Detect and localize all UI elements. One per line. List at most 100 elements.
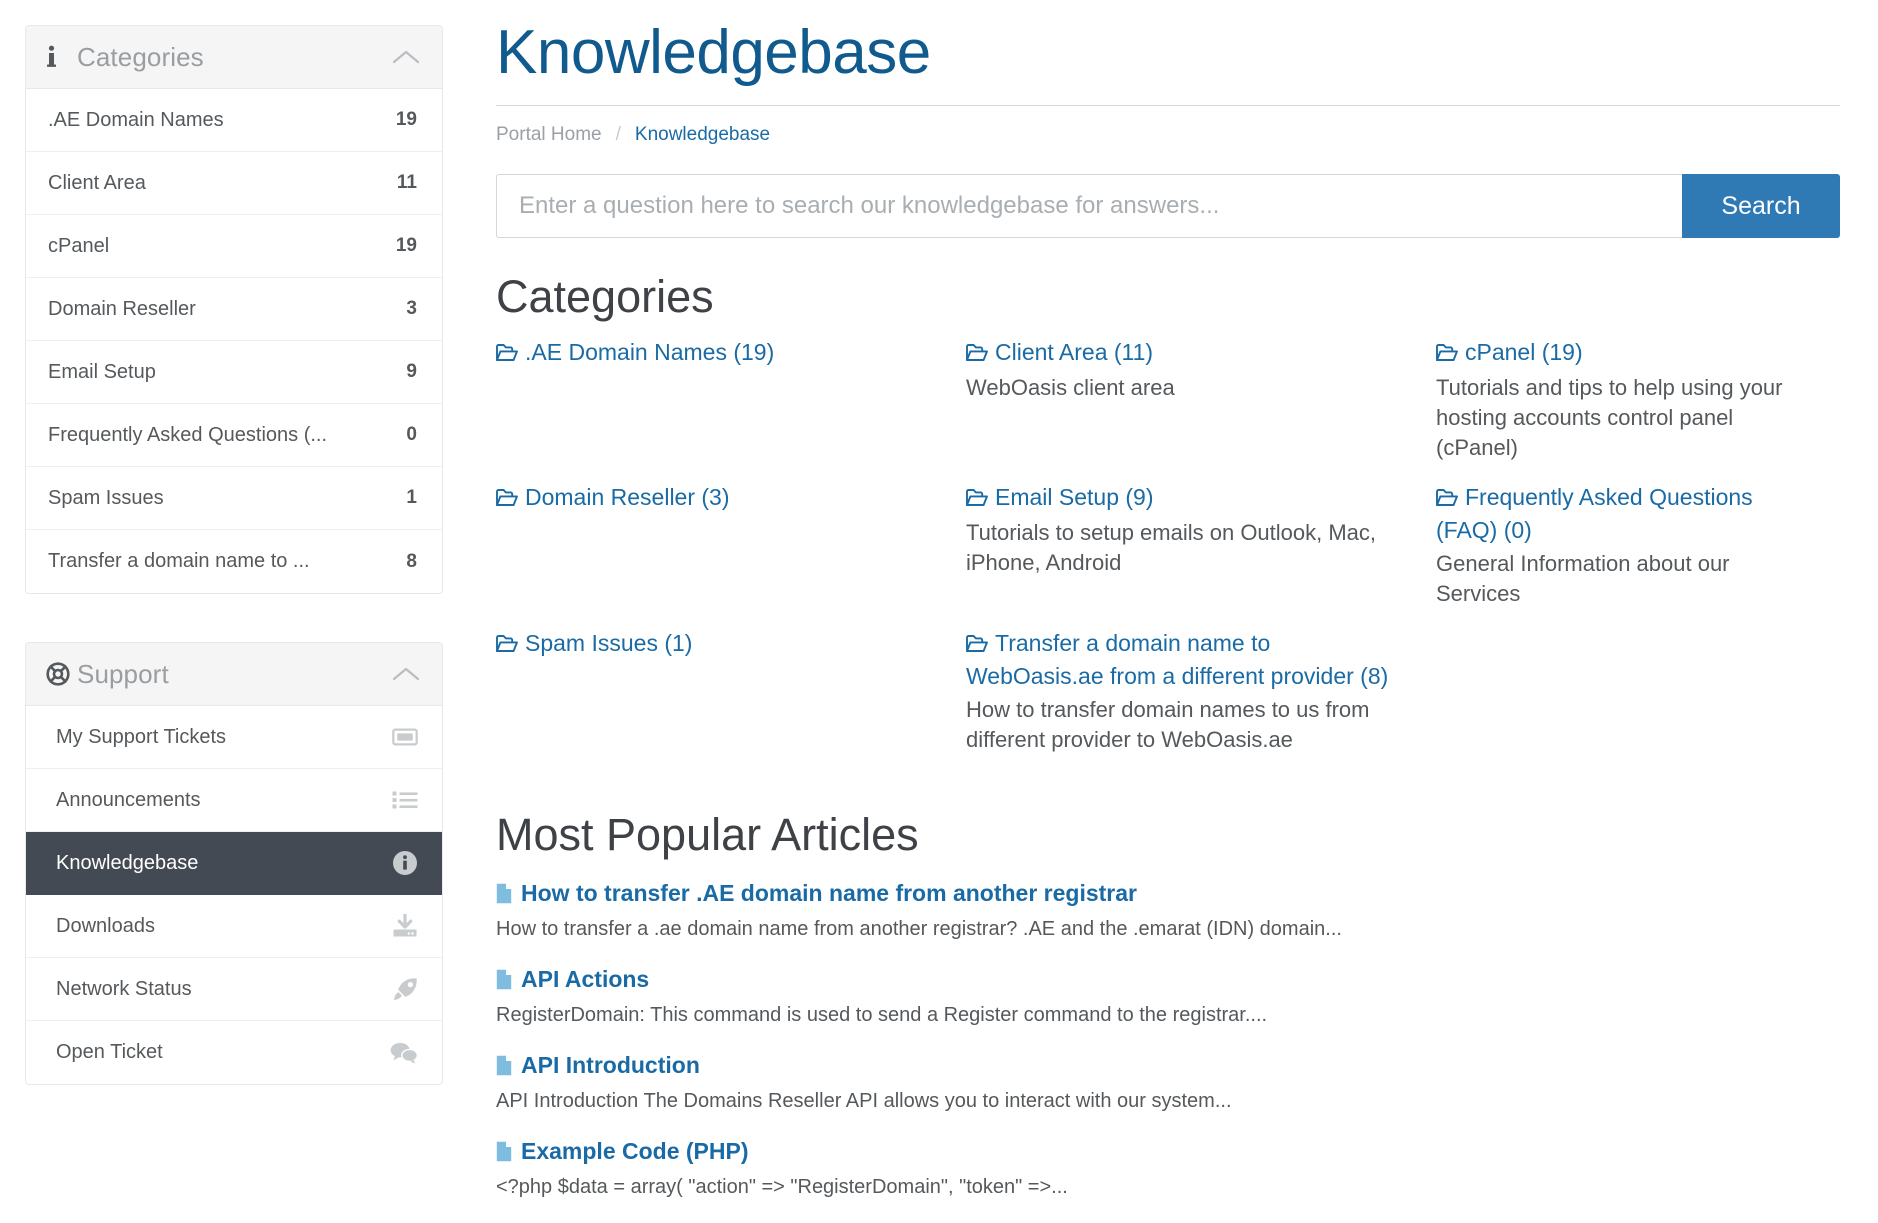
breadcrumb-portal-home[interactable]: Portal Home [496,124,602,146]
sidebar-category-faq[interactable]: Frequently Asked Questions (... 0 [26,404,442,467]
support-item-label: Knowledgebase [56,851,199,874]
folder-open-icon [966,339,988,370]
popular-articles-list: How to transfer .AE domain name from ano… [496,879,1840,1201]
article-snippet: <?php $data = array( "action" => "Regist… [496,1175,1068,1198]
ticket-icon [392,727,418,747]
article-item: API Introduction API Introduction The Do… [496,1051,1840,1115]
category-link[interactable]: cPanel (19) [1436,337,1810,370]
category-link-label: Domain Reseller (3) [525,484,730,511]
sidebar-category-domain-reseller[interactable]: Domain Reseller 3 [26,278,442,341]
support-item-label: Network Status [56,977,192,1000]
category-link-label: Email Setup (9) [995,484,1154,511]
support-item-label: Downloads [56,914,155,937]
categories-panel: Categories .AE Domain Names 19 Client Ar… [25,25,443,594]
article-snippet: API Introduction The Domains Reseller AP… [496,1089,1232,1112]
category-card-empty [1436,608,1840,754]
sidebar-category-transfer-domain[interactable]: Transfer a domain name to ... 8 [26,530,442,593]
popular-articles-heading: Most Popular Articles [496,809,919,861]
category-card-domain-reseller: Domain Reseller (3) [496,462,966,608]
breadcrumb-knowledgebase[interactable]: Knowledgebase [635,124,770,146]
sidebar-category-client-area[interactable]: Client Area 11 [26,152,442,215]
article-snippet: RegisterDomain: This command is used to … [496,1003,1268,1026]
file-icon [496,1054,512,1084]
categories-list: .AE Domain Names 19 Client Area 11 cPane… [26,89,442,593]
sidebar-item-knowledgebase[interactable]: Knowledgebase [26,832,442,895]
sidebar-item-downloads[interactable]: Downloads [26,895,442,958]
category-label: cPanel [48,234,110,257]
category-card-client-area: Client Area (11) WebOasis client area [966,337,1436,462]
sidebar-item-open-ticket[interactable]: Open Ticket [26,1021,442,1084]
info-circle-icon [392,850,418,876]
list-icon [392,790,418,810]
sidebar-category-ae-domain-names[interactable]: .AE Domain Names 19 [26,89,442,152]
category-link-label: Spam Issues (1) [525,630,693,657]
search-input[interactable] [496,174,1682,239]
folder-open-icon [496,484,518,515]
category-count: 3 [406,298,417,319]
category-description: Tutorials to setup emails on Outlook, Ma… [966,520,1377,575]
sidebar-item-network-status[interactable]: Network Status [26,958,442,1021]
category-label: Frequently Asked Questions (... [48,423,328,446]
category-link-label: Client Area (11) [995,339,1154,366]
category-card-transfer-domain: Transfer a domain name to WebOasis.ae fr… [966,608,1436,754]
support-item-label: My Support Tickets [56,725,227,748]
support-list: My Support Tickets Announcements Knowled… [26,706,442,1084]
category-label: .AE Domain Names [48,108,224,131]
article-item: Example Code (PHP) <?php $data = array( … [496,1137,1840,1201]
category-link[interactable]: Domain Reseller (3) [496,482,936,515]
support-item-label: Open Ticket [56,1041,163,1063]
folder-open-icon [496,339,518,370]
search-button[interactable]: Search [1682,174,1840,239]
file-icon [496,1140,512,1170]
categories-panel-header[interactable]: Categories [26,26,442,89]
rocket-icon [392,977,418,1001]
category-count: 19 [395,235,417,256]
file-icon [496,882,512,912]
sidebar-item-my-support-tickets[interactable]: My Support Tickets [26,706,442,769]
category-card-cpanel: cPanel (19) Tutorials and tips to help u… [1436,337,1840,462]
article-title: Example Code (PHP) [521,1137,749,1164]
category-link[interactable]: Client Area (11) [966,337,1406,370]
category-link[interactable]: Spam Issues (1) [496,628,936,661]
breadcrumb-separator: / [615,124,621,146]
categories-grid: .AE Domain Names (19) Client Area (11) W… [496,337,1840,754]
article-item: API Actions RegisterDomain: This command… [496,965,1840,1029]
info-icon [46,45,72,69]
category-count: 8 [406,550,417,572]
chevron-up-icon[interactable] [392,48,420,66]
folder-open-icon [966,484,988,515]
support-panel-title: Support [77,658,169,689]
support-panel: Support My Support Tickets Announcements… [25,642,443,1085]
page-title: Knowledgebase [496,18,931,87]
article-item: How to transfer .AE domain name from ano… [496,879,1840,943]
support-panel-header[interactable]: Support [26,643,442,706]
sidebar-category-cpanel[interactable]: cPanel 19 [26,215,442,278]
category-count: 11 [396,172,417,193]
article-link[interactable]: Example Code (PHP) [496,1137,1840,1170]
support-item-label: Announcements [56,788,201,811]
category-link-label: cPanel (19) [1465,339,1583,366]
sidebar-item-announcements[interactable]: Announcements [26,769,442,832]
folder-open-icon [496,630,518,661]
category-card-email-setup: Email Setup (9) Tutorials to setup email… [966,462,1436,608]
comments-icon [390,1042,418,1064]
knowledgebase-page: Categories .AE Domain Names 19 Client Ar… [0,0,1878,1198]
category-link[interactable]: Frequently Asked Questions (FAQ) (0) [1436,482,1810,545]
article-title: API Introduction [521,1051,700,1078]
article-link[interactable]: How to transfer .AE domain name from ano… [496,879,1840,912]
category-card-spam-issues: Spam Issues (1) [496,608,966,754]
sidebar-category-email-setup[interactable]: Email Setup 9 [26,341,442,404]
article-link[interactable]: API Introduction [496,1051,1840,1084]
category-link-label: .AE Domain Names (19) [525,339,775,366]
chevron-up-icon[interactable] [392,665,420,683]
category-label: Transfer a domain name to ... [48,550,310,572]
article-title: How to transfer .AE domain name from ano… [521,880,1138,907]
category-description: Tutorials and tips to help using your ho… [1436,374,1783,460]
article-link[interactable]: API Actions [496,965,1840,998]
sidebar-category-spam-issues[interactable]: Spam Issues 1 [26,467,442,530]
category-link[interactable]: Transfer a domain name to WebOasis.ae fr… [966,628,1406,691]
category-description: General Information about our Services [1436,550,1730,606]
category-link[interactable]: Email Setup (9) [966,482,1406,515]
life-ring-icon [46,662,72,686]
category-link[interactable]: .AE Domain Names (19) [496,337,936,370]
